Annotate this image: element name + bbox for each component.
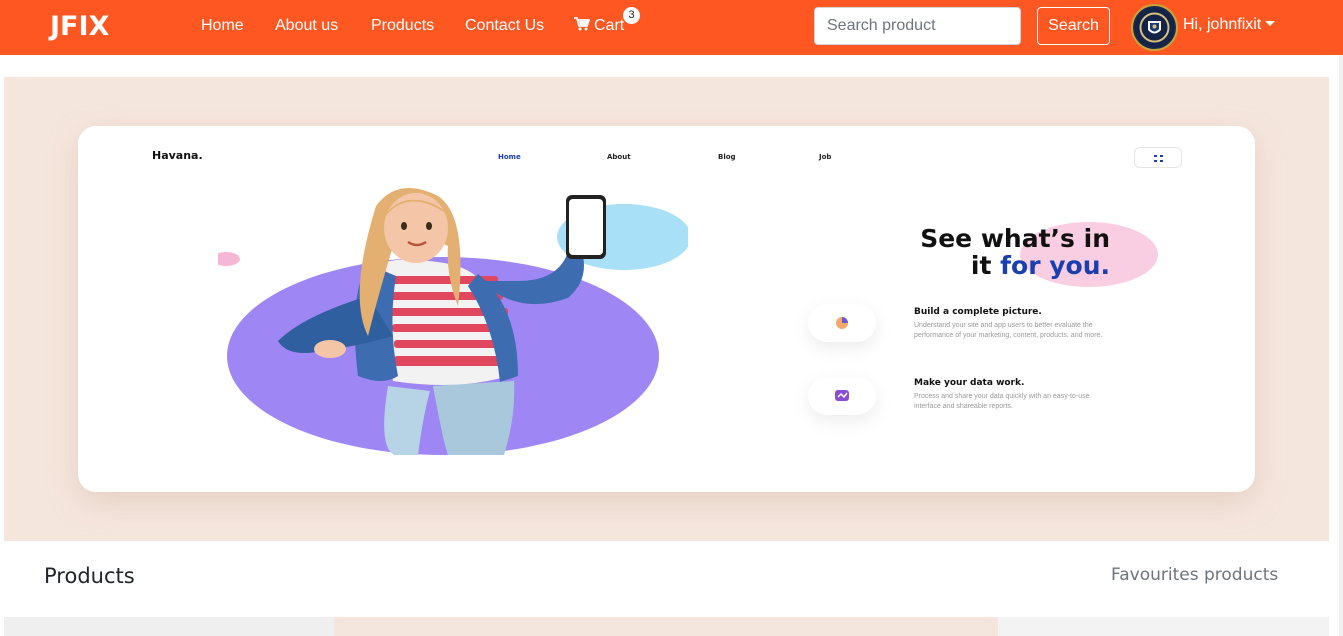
product-card-partial-middle[interactable]: [334, 617, 998, 636]
hero-menu-icon: [1134, 147, 1182, 168]
product-card-partial-left[interactable]: [4, 617, 334, 636]
favourites-products-link[interactable]: Favourites products: [1111, 565, 1278, 585]
hero-headline-line2a: it: [970, 251, 1001, 280]
hero-mini-nav-home: Home: [498, 153, 521, 161]
hero-illustration: [218, 188, 688, 455]
hero-mini-nav-about: About: [607, 153, 631, 161]
nav-link-home[interactable]: Home: [201, 17, 244, 35]
feature-text-2: Process and share your data quickly with…: [914, 393, 1090, 410]
user-greeting: Hi, johnfixit: [1183, 16, 1262, 33]
hero-mini-nav-job: Job: [819, 153, 832, 161]
cart-count-badge: 3: [623, 7, 640, 24]
product-card-partial-right[interactable]: [998, 617, 1329, 636]
brand-logo[interactable]: JFIX: [50, 11, 109, 42]
hero-headline-line1: See what’s in: [920, 224, 1110, 253]
avatar-emblem-icon: [1134, 7, 1175, 48]
hero-headline: See what’s in it for you.: [808, 225, 1110, 279]
nav-link-contact[interactable]: Contact Us: [465, 17, 544, 35]
user-dropdown-toggle[interactable]: Hi, johnfixit: [1183, 16, 1276, 34]
top-navbar: JFIX Home About us Products Contact Us C…: [0, 0, 1343, 55]
feature-title-1: Build a complete picture.: [914, 307, 1042, 317]
hero-mini-brand: Havana.: [152, 149, 203, 162]
page-scrollbar[interactable]: [1339, 55, 1343, 636]
data-work-icon: [808, 377, 876, 415]
hero-banner: Havana. Home About Blog Job See what’s i…: [4, 77, 1329, 541]
cart-icon: [574, 17, 590, 31]
search-input[interactable]: [814, 7, 1021, 45]
products-section-title: Products: [44, 564, 135, 588]
caret-down-icon: [1265, 21, 1276, 26]
user-avatar[interactable]: [1131, 4, 1178, 51]
search-button[interactable]: Search: [1037, 7, 1110, 45]
cart-label: Cart: [594, 17, 625, 34]
pie-chart-icon: [808, 304, 876, 342]
hero-headline-line2b: for you.: [1000, 251, 1110, 280]
hero-mini-nav-blog: Blog: [718, 153, 736, 161]
feature-title-2: Make your data work.: [914, 378, 1025, 388]
feature-text-1: Understand your site and app users to be…: [914, 322, 1103, 339]
nav-link-products[interactable]: Products: [371, 17, 434, 35]
nav-link-cart[interactable]: Cart: [574, 17, 624, 35]
nav-link-about[interactable]: About us: [275, 17, 338, 35]
hero-image-card: Havana. Home About Blog Job See what’s i…: [78, 126, 1255, 492]
